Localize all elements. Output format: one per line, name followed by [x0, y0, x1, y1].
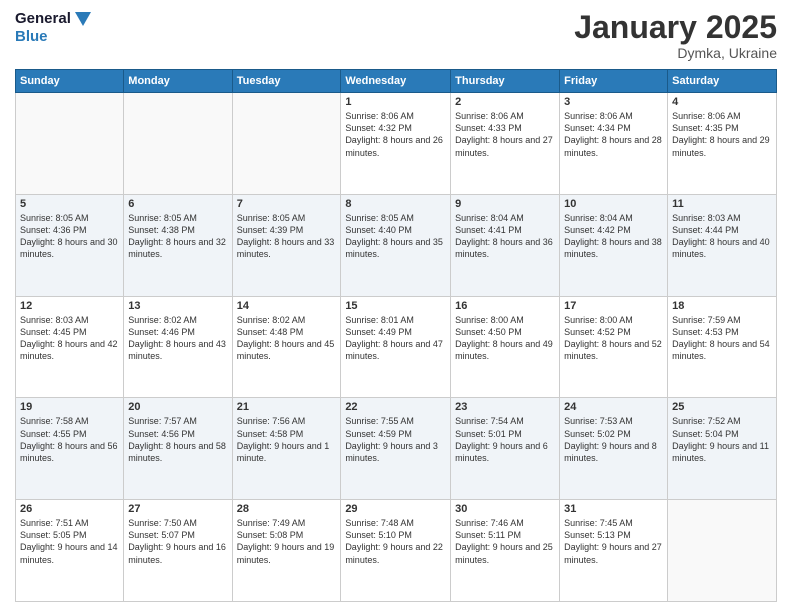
table-row: 27 Sunrise: 7:50 AMSunset: 5:07 PMDaylig…	[124, 500, 232, 602]
table-row: 12 Sunrise: 8:03 AMSunset: 4:45 PMDaylig…	[16, 296, 124, 398]
table-row: 17 Sunrise: 8:00 AMSunset: 4:52 PMDaylig…	[560, 296, 668, 398]
table-row: 1 Sunrise: 8:06 AMSunset: 4:32 PMDayligh…	[341, 93, 451, 195]
logo: General Blue	[15, 10, 91, 46]
table-row: 28 Sunrise: 7:49 AMSunset: 5:08 PMDaylig…	[232, 500, 341, 602]
table-row: 5 Sunrise: 8:05 AMSunset: 4:36 PMDayligh…	[16, 194, 124, 296]
table-row	[16, 93, 124, 195]
location: Dymka, Ukraine	[574, 45, 777, 61]
table-row: 9 Sunrise: 8:04 AMSunset: 4:41 PMDayligh…	[451, 194, 560, 296]
table-row: 21 Sunrise: 7:56 AMSunset: 4:58 PMDaylig…	[232, 398, 341, 500]
col-friday: Friday	[560, 70, 668, 93]
calendar-week-5: 26 Sunrise: 7:51 AMSunset: 5:05 PMDaylig…	[16, 500, 777, 602]
table-row: 16 Sunrise: 8:00 AMSunset: 4:50 PMDaylig…	[451, 296, 560, 398]
table-row: 15 Sunrise: 8:01 AMSunset: 4:49 PMDaylig…	[341, 296, 451, 398]
title-area: January 2025 Dymka, Ukraine	[574, 10, 777, 61]
calendar-table: Sunday Monday Tuesday Wednesday Thursday…	[15, 69, 777, 602]
table-row: 19 Sunrise: 7:58 AMSunset: 4:55 PMDaylig…	[16, 398, 124, 500]
col-sunday: Sunday	[16, 70, 124, 93]
calendar-week-3: 12 Sunrise: 8:03 AMSunset: 4:45 PMDaylig…	[16, 296, 777, 398]
col-wednesday: Wednesday	[341, 70, 451, 93]
calendar-week-2: 5 Sunrise: 8:05 AMSunset: 4:36 PMDayligh…	[16, 194, 777, 296]
table-row: 26 Sunrise: 7:51 AMSunset: 5:05 PMDaylig…	[16, 500, 124, 602]
table-row: 30 Sunrise: 7:46 AMSunset: 5:11 PMDaylig…	[451, 500, 560, 602]
table-row: 4 Sunrise: 8:06 AMSunset: 4:35 PMDayligh…	[668, 93, 777, 195]
table-row: 31 Sunrise: 7:45 AMSunset: 5:13 PMDaylig…	[560, 500, 668, 602]
table-row: 13 Sunrise: 8:02 AMSunset: 4:46 PMDaylig…	[124, 296, 232, 398]
col-tuesday: Tuesday	[232, 70, 341, 93]
table-row: 11 Sunrise: 8:03 AMSunset: 4:44 PMDaylig…	[668, 194, 777, 296]
table-row: 20 Sunrise: 7:57 AMSunset: 4:56 PMDaylig…	[124, 398, 232, 500]
table-row: 25 Sunrise: 7:52 AMSunset: 5:04 PMDaylig…	[668, 398, 777, 500]
table-row	[668, 500, 777, 602]
table-row: 10 Sunrise: 8:04 AMSunset: 4:42 PMDaylig…	[560, 194, 668, 296]
table-row: 7 Sunrise: 8:05 AMSunset: 4:39 PMDayligh…	[232, 194, 341, 296]
table-row: 2 Sunrise: 8:06 AMSunset: 4:33 PMDayligh…	[451, 93, 560, 195]
table-row: 14 Sunrise: 8:02 AMSunset: 4:48 PMDaylig…	[232, 296, 341, 398]
table-row	[124, 93, 232, 195]
calendar-week-4: 19 Sunrise: 7:58 AMSunset: 4:55 PMDaylig…	[16, 398, 777, 500]
table-row: 22 Sunrise: 7:55 AMSunset: 4:59 PMDaylig…	[341, 398, 451, 500]
col-thursday: Thursday	[451, 70, 560, 93]
calendar-header-row: Sunday Monday Tuesday Wednesday Thursday…	[16, 70, 777, 93]
table-row: 6 Sunrise: 8:05 AMSunset: 4:38 PMDayligh…	[124, 194, 232, 296]
col-monday: Monday	[124, 70, 232, 93]
calendar-week-1: 1 Sunrise: 8:06 AMSunset: 4:32 PMDayligh…	[16, 93, 777, 195]
table-row: 18 Sunrise: 7:59 AMSunset: 4:53 PMDaylig…	[668, 296, 777, 398]
table-row	[232, 93, 341, 195]
table-row: 24 Sunrise: 7:53 AMSunset: 5:02 PMDaylig…	[560, 398, 668, 500]
page-header: General Blue January 2025 Dymka, Ukraine	[15, 10, 777, 61]
month-title: January 2025	[574, 10, 777, 45]
table-row: 23 Sunrise: 7:54 AMSunset: 5:01 PMDaylig…	[451, 398, 560, 500]
col-saturday: Saturday	[668, 70, 777, 93]
table-row: 3 Sunrise: 8:06 AMSunset: 4:34 PMDayligh…	[560, 93, 668, 195]
table-row: 29 Sunrise: 7:48 AMSunset: 5:10 PMDaylig…	[341, 500, 451, 602]
table-row: 8 Sunrise: 8:05 AMSunset: 4:40 PMDayligh…	[341, 194, 451, 296]
